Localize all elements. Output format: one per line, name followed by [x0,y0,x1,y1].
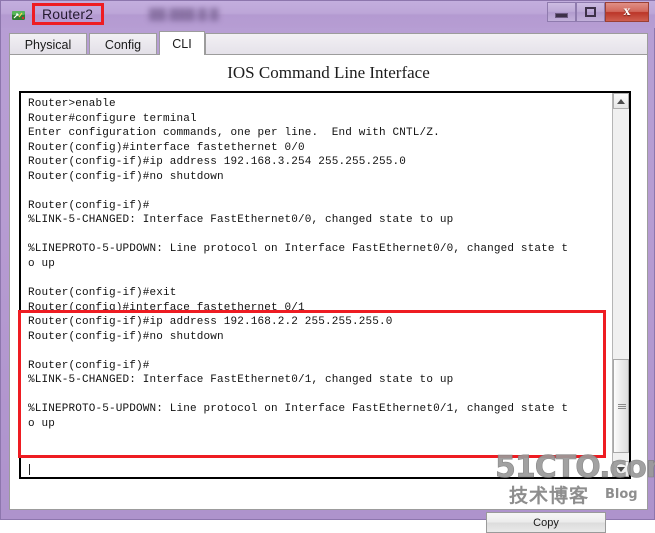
cli-panel: IOS Command Line Interface Router>enable… [9,54,648,533]
minimize-icon [555,13,568,18]
chevron-down-icon [617,466,625,472]
close-icon: x [623,4,631,19]
tab-cli-label: CLI [172,36,192,51]
router-device-icon [12,11,25,20]
scroll-down-button[interactable] [613,461,629,477]
copy-button-label: Copy [533,516,559,529]
window-title-highlight-box: Router2 [32,3,105,25]
tab-config[interactable]: Config [89,33,157,55]
tab-config-label: Config [104,37,142,52]
cli-terminal[interactable]: Router>enable Router#configure terminal … [19,91,631,479]
copy-button[interactable]: Copy [486,512,606,533]
router-configuration-window: Router2 ██ ███ █ █ x Physical Config CLI… [0,0,655,533]
minimize-button[interactable] [547,2,576,22]
window-title-bar: Router2 ██ ███ █ █ x [1,1,655,28]
tab-physical[interactable]: Physical [9,33,87,55]
title-bar-blurred-text: ██ ███ █ █ [149,8,219,21]
terminal-cursor [29,464,30,475]
scrollbar-thumb[interactable] [613,359,629,453]
scrollbar-grip-icon [618,404,626,410]
maximize-icon [585,7,596,17]
tab-bar: Physical Config CLI [9,31,648,55]
window-title: Router2 [42,6,94,22]
scroll-up-button[interactable] [613,93,629,109]
tab-cli[interactable]: CLI [159,31,205,55]
cli-terminal-output: Router>enable Router#configure terminal … [28,98,569,431]
terminal-scrollbar[interactable] [612,93,629,477]
close-button[interactable]: x [605,2,649,22]
tab-strip-filler [205,33,648,55]
maximize-button[interactable] [576,2,605,22]
tab-physical-label: Physical [24,37,72,52]
chevron-up-icon [617,98,625,104]
page-title: IOS Command Line Interface [227,63,430,82]
